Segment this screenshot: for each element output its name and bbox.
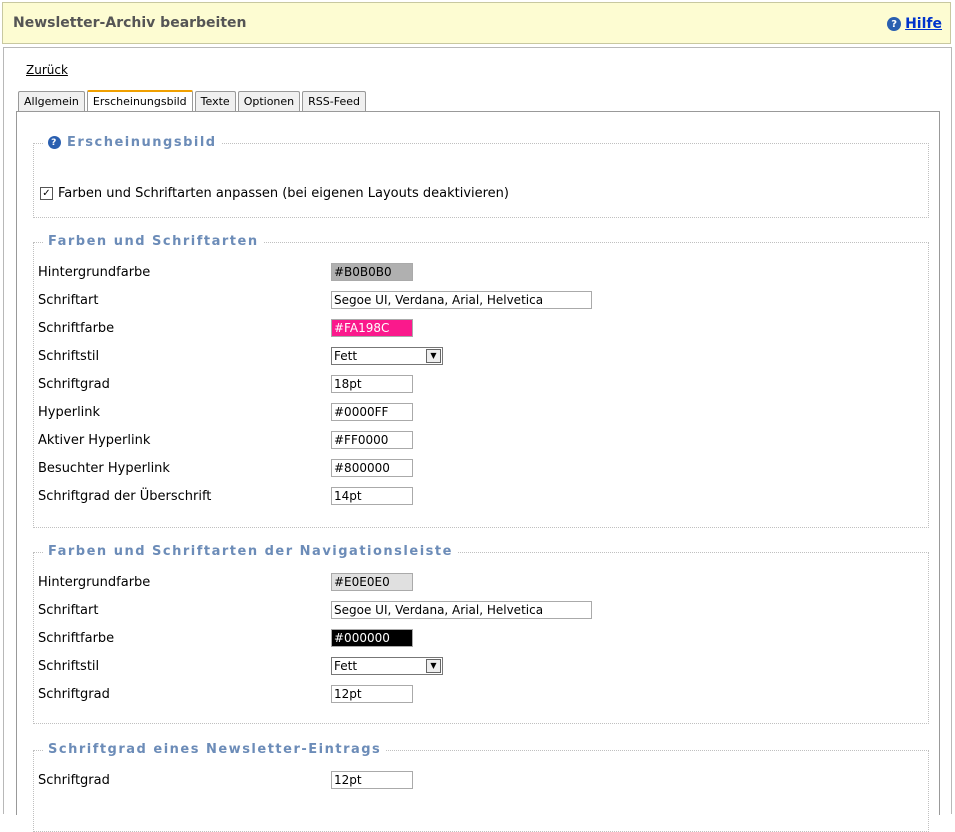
link-row: Hyperlink #0000FF bbox=[38, 403, 918, 423]
nav-style-select-value: Fett bbox=[334, 659, 358, 673]
help-area: ? Hilfe bbox=[887, 16, 942, 32]
customize-row: ✓ Farben und Schriftarten anpassen (bei … bbox=[40, 186, 509, 201]
nav-section: Farben und Schriftarten der Navigationsl… bbox=[33, 544, 929, 724]
tab-bar: Allgemein Erscheinungsbild Texte Optione… bbox=[18, 90, 366, 113]
page-header: Newsletter-Archiv bearbeiten ? Hilfe bbox=[2, 2, 951, 44]
customize-checkbox[interactable]: ✓ bbox=[40, 187, 53, 200]
nav-bg-input[interactable]: #E0E0E0 bbox=[331, 573, 413, 591]
nav-fontcolor-row: Schriftfarbe #000000 bbox=[38, 629, 918, 649]
visited-link-label: Besuchter Hyperlink bbox=[38, 461, 170, 476]
visited-link-row: Besuchter Hyperlink #800000 bbox=[38, 459, 918, 479]
heading-size-label: Schriftgrad der Überschrift bbox=[38, 489, 212, 504]
active-link-input[interactable]: #FF0000 bbox=[331, 431, 413, 449]
style-label: Schriftstil bbox=[38, 349, 100, 364]
fontcolor-row: Schriftfarbe #FA198C bbox=[38, 319, 918, 339]
nav-style-label: Schriftstil bbox=[38, 659, 100, 674]
nav-size-row: Schriftgrad 12pt bbox=[38, 685, 918, 705]
font-row: Schriftart Segoe UI, Verdana, Arial, Hel… bbox=[38, 291, 918, 311]
link-input[interactable]: #0000FF bbox=[331, 403, 413, 421]
main-panel: Zurück Allgemein Erscheinungsbild Texte … bbox=[3, 47, 952, 832]
font-input[interactable]: Segoe UI, Verdana, Arial, Helvetica bbox=[331, 291, 592, 309]
nav-size-input[interactable]: 12pt bbox=[331, 685, 413, 703]
nav-font-input[interactable]: Segoe UI, Verdana, Arial, Helvetica bbox=[331, 601, 592, 619]
active-link-label: Aktiver Hyperlink bbox=[38, 433, 151, 448]
chevron-down-icon[interactable]: ▼ bbox=[426, 659, 441, 673]
font-label: Schriftart bbox=[38, 293, 99, 308]
appearance-legend: ? Erscheinungsbild bbox=[44, 135, 221, 150]
link-label: Hyperlink bbox=[38, 405, 101, 420]
nav-font-label: Schriftart bbox=[38, 603, 99, 618]
nav-bg-label: Hintergrundfarbe bbox=[38, 575, 151, 590]
back-link[interactable]: Zurück bbox=[26, 63, 68, 77]
nav-font-row: Schriftart Segoe UI, Verdana, Arial, Hel… bbox=[38, 601, 918, 621]
tab-optionen[interactable]: Optionen bbox=[237, 91, 301, 112]
size-input[interactable]: 18pt bbox=[331, 375, 413, 393]
style-select-value: Fett bbox=[334, 349, 358, 363]
bg-row: Hintergrundfarbe #B0B0B0 bbox=[38, 263, 918, 283]
section-help-icon[interactable]: ? bbox=[48, 136, 61, 149]
size-label: Schriftgrad bbox=[38, 377, 110, 392]
tab-rss-feed[interactable]: RSS-Feed bbox=[302, 91, 366, 112]
nav-fontcolor-input[interactable]: #000000 bbox=[331, 629, 413, 647]
fontcolor-input[interactable]: #FA198C bbox=[331, 319, 413, 337]
entry-size-row: Schriftgrad 12pt bbox=[38, 771, 918, 791]
tab-allgemein[interactable]: Allgemein bbox=[18, 91, 85, 112]
style-row: Schriftstil Fett ▼ bbox=[38, 347, 918, 367]
nav-bg-row: Hintergrundfarbe #E0E0E0 bbox=[38, 573, 918, 593]
entry-legend: Schriftgrad eines Newsletter-Eintrags bbox=[44, 742, 386, 757]
help-link[interactable]: Hilfe bbox=[905, 16, 942, 32]
entry-section: Schriftgrad eines Newsletter-Eintrags Sc… bbox=[33, 742, 929, 832]
entry-size-input[interactable]: 12pt bbox=[331, 771, 413, 789]
bg-label: Hintergrundfarbe bbox=[38, 265, 151, 280]
entry-size-label: Schriftgrad bbox=[38, 773, 110, 788]
nav-fontcolor-label: Schriftfarbe bbox=[38, 631, 115, 646]
chevron-down-icon[interactable]: ▼ bbox=[426, 349, 441, 363]
tab-texte[interactable]: Texte bbox=[194, 91, 236, 112]
customize-checkbox-label: Farben und Schriftarten anpassen (bei ei… bbox=[58, 186, 509, 201]
active-link-row: Aktiver Hyperlink #FF0000 bbox=[38, 431, 918, 451]
tab-content: ? Erscheinungsbild ✓ Farben und Schrifta… bbox=[16, 111, 940, 832]
nav-size-label: Schriftgrad bbox=[38, 687, 110, 702]
colors-legend: Farben und Schriftarten bbox=[44, 234, 263, 249]
tab-erscheinungsbild[interactable]: Erscheinungsbild bbox=[86, 90, 193, 113]
nav-style-select[interactable]: Fett ▼ bbox=[331, 657, 443, 675]
help-icon[interactable]: ? bbox=[887, 17, 902, 31]
page-title: Newsletter-Archiv bearbeiten bbox=[13, 15, 247, 31]
bg-color-input[interactable]: #B0B0B0 bbox=[331, 263, 413, 281]
appearance-legend-text: Erscheinungsbild bbox=[67, 135, 217, 150]
colors-section: Farben und Schriftarten Hintergrundfarbe… bbox=[33, 234, 929, 528]
style-select[interactable]: Fett ▼ bbox=[331, 347, 443, 365]
appearance-section: ? Erscheinungsbild ✓ Farben und Schrifta… bbox=[33, 135, 929, 218]
nav-style-row: Schriftstil Fett ▼ bbox=[38, 657, 918, 677]
heading-size-row: Schriftgrad der Überschrift 14pt bbox=[38, 487, 918, 507]
fontcolor-label: Schriftfarbe bbox=[38, 321, 115, 336]
size-row: Schriftgrad 18pt bbox=[38, 375, 918, 395]
visited-link-input[interactable]: #800000 bbox=[331, 459, 413, 477]
heading-size-input[interactable]: 14pt bbox=[331, 487, 413, 505]
nav-legend: Farben und Schriftarten der Navigationsl… bbox=[44, 544, 457, 559]
